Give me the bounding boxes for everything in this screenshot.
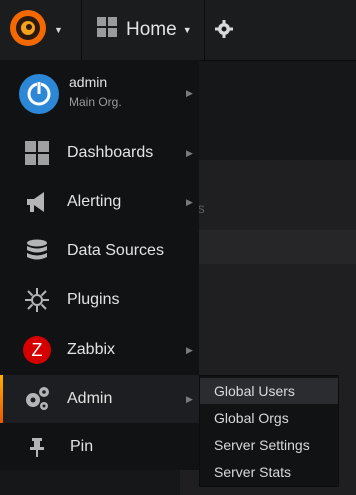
submenu-item-global-users[interactable]: Global Users <box>200 378 338 404</box>
grafana-logo-button[interactable]: ▼ <box>8 8 72 52</box>
dashboards-grid-icon <box>22 138 52 168</box>
submenu-item-label: Global Orgs <box>214 410 289 426</box>
svg-text:Z: Z <box>32 340 43 360</box>
power-icon <box>27 81 51 106</box>
submenu-item-label: Global Users <box>214 383 295 399</box>
menu-item-alerting[interactable]: Alerting ▶ <box>0 178 199 226</box>
submenu-item-label: Server Stats <box>214 464 292 480</box>
admin-submenu: Global Users Global Orgs Server Settings… <box>199 375 339 487</box>
submenu-item-label: Server Settings <box>214 437 310 453</box>
menu-item-dashboards[interactable]: Dashboards ▶ <box>0 129 199 177</box>
menu-item-label: Admin <box>67 390 113 407</box>
settings-button[interactable] <box>215 20 233 38</box>
home-label: Home <box>126 19 177 40</box>
chevron-right-icon: ▶ <box>186 88 193 98</box>
database-icon <box>22 236 52 266</box>
panel-row <box>180 230 356 264</box>
megaphone-icon <box>22 187 52 217</box>
menu-item-label: Dashboards <box>67 144 154 161</box>
chevron-right-icon: ▶ <box>186 344 193 355</box>
chevron-right-icon: ▶ <box>186 393 193 404</box>
chevron-right-icon: ▶ <box>186 147 193 158</box>
submenu-item-global-orgs[interactable]: Global Orgs <box>200 405 338 431</box>
menu-item-admin[interactable]: Admin ▶ <box>0 375 199 423</box>
menu-item-label: Data Sources <box>67 242 164 259</box>
user-menu[interactable]: admin Main Org. ▶ <box>0 60 199 120</box>
gear-icon <box>215 20 233 42</box>
pin-icon <box>22 432 52 462</box>
zabbix-icon: Z <box>22 335 52 365</box>
grafana-logo-icon <box>8 8 48 53</box>
menu-item-label: Pin <box>70 438 94 455</box>
menu-item-plugins[interactable]: Plugins <box>0 276 199 324</box>
org-name: Main Org. <box>69 95 122 109</box>
avatar <box>19 74 59 114</box>
cogs-icon <box>22 384 52 414</box>
menu-item-pin[interactable]: Pin <box>0 423 199 471</box>
menu-item-label: Plugins <box>67 291 120 308</box>
top-navbar: ▼ Home ▼ <box>0 0 356 61</box>
menu-item-label: Alerting <box>67 193 122 210</box>
user-name: admin <box>69 74 108 90</box>
divider <box>81 0 82 60</box>
menu-item-data-sources[interactable]: Data Sources <box>0 227 199 275</box>
chevron-right-icon: ▶ <box>186 196 193 207</box>
menu-item-zabbix[interactable]: Z Zabbix ▶ <box>0 326 199 374</box>
submenu-item-server-stats[interactable]: Server Stats <box>200 459 338 485</box>
submenu-item-server-settings[interactable]: Server Settings <box>200 432 338 458</box>
menu-item-label: Zabbix <box>67 341 116 358</box>
dashboards-grid-icon <box>96 16 118 44</box>
caret-down-icon: ▼ <box>182 25 192 35</box>
plugins-icon <box>22 285 52 315</box>
divider <box>204 0 205 60</box>
caret-down-icon: ▼ <box>54 25 63 35</box>
home-dashboard-picker[interactable]: Home ▼ <box>96 16 192 44</box>
